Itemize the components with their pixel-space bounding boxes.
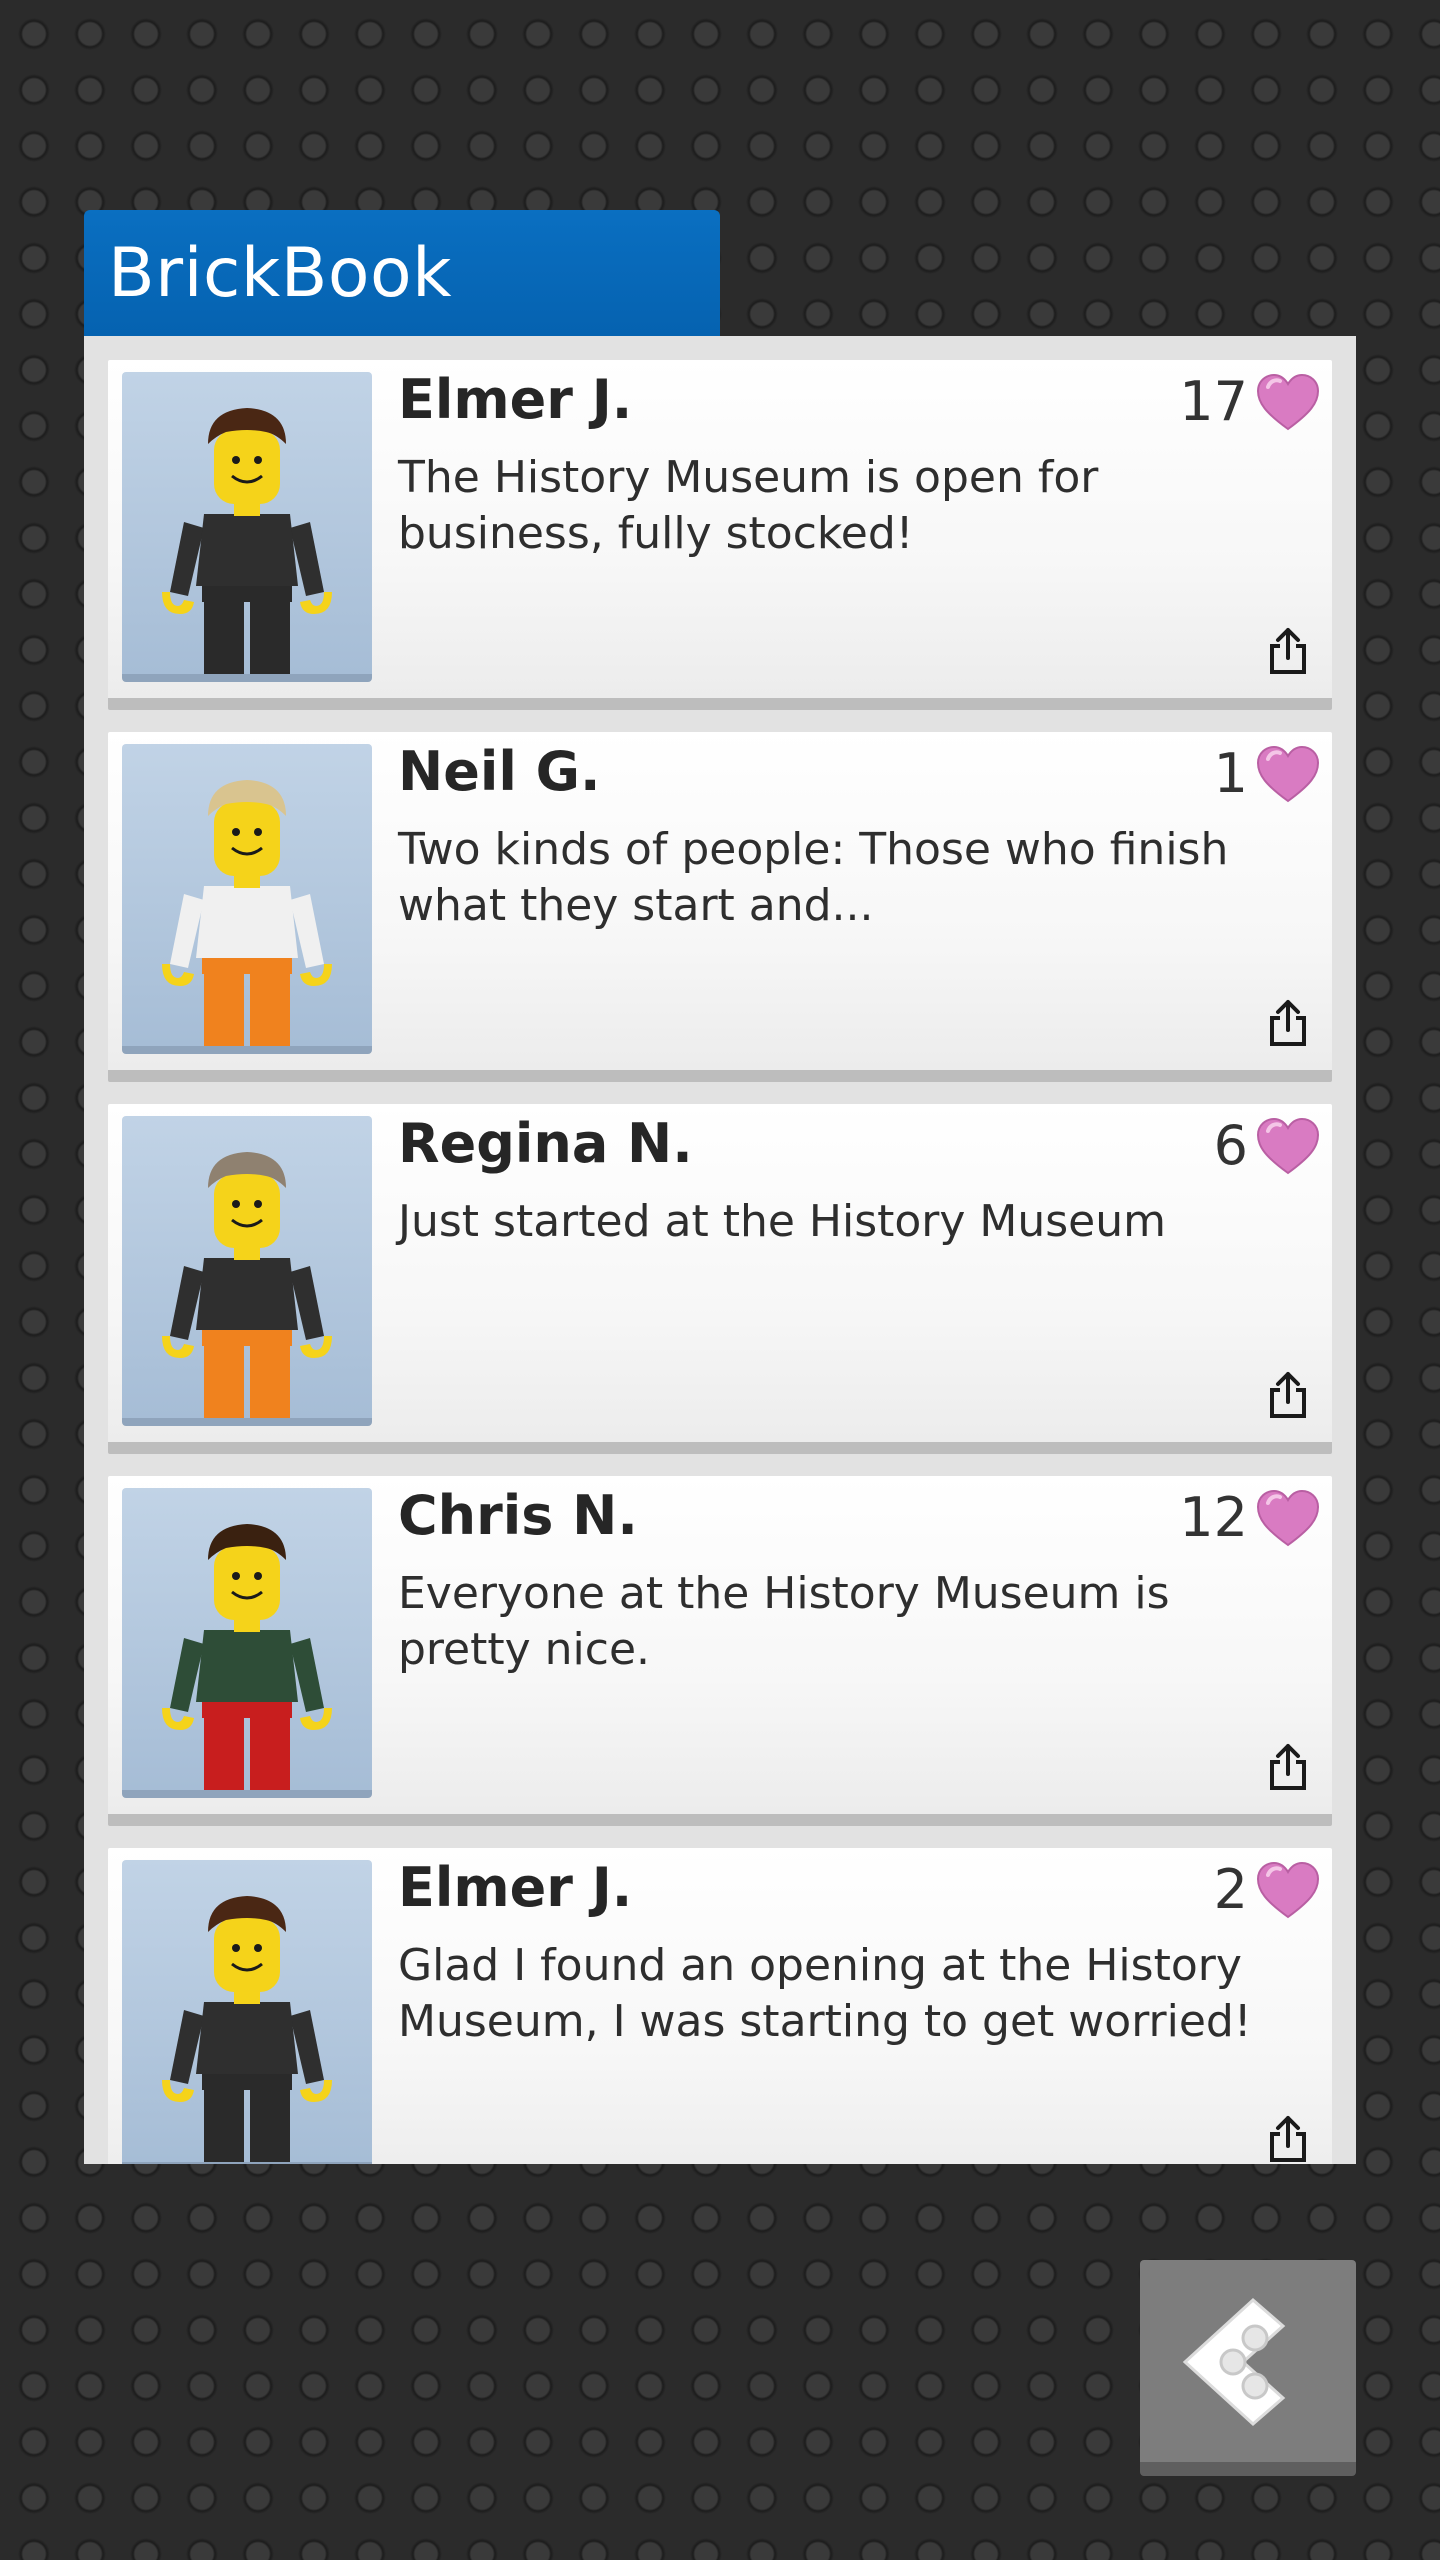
post-author: Elmer J. [398, 1856, 633, 1919]
post-message: Two kinds of people: Those who finish wh… [398, 824, 1229, 931]
like-counter[interactable]: 17 [1179, 370, 1320, 433]
heart-icon[interactable] [1256, 745, 1320, 803]
share-icon[interactable] [1266, 1742, 1310, 1792]
minifigure-icon [162, 1896, 332, 2162]
post-card[interactable]: Elmer J. 2 Glad I found an opening at th… [108, 1848, 1332, 2164]
like-counter[interactable]: 2 [1214, 1858, 1320, 1921]
avatar[interactable] [122, 1116, 372, 1426]
minifigure-icon [162, 1524, 332, 1790]
like-count: 12 [1179, 1486, 1248, 1549]
like-counter[interactable]: 6 [1214, 1114, 1320, 1177]
post-card[interactable]: Elmer J. 17 The History Museum is open f… [108, 360, 1332, 710]
post-message: Just started at the History Museum [398, 1196, 1167, 1247]
heart-icon[interactable] [1256, 373, 1320, 431]
heart-icon[interactable] [1256, 1861, 1320, 1919]
app-title: BrickBook [108, 233, 453, 313]
minifigure-icon [162, 408, 332, 674]
share-icon[interactable] [1266, 626, 1310, 676]
like-counter[interactable]: 12 [1179, 1486, 1320, 1549]
post-message: Glad I found an opening at the History M… [398, 1940, 1252, 2047]
back-brick-icon [1182, 2297, 1286, 2427]
post-card[interactable]: Neil G. 1 Two kinds of people: Those who… [108, 732, 1332, 1082]
share-icon[interactable] [1266, 1370, 1310, 1420]
post-author: Neil G. [398, 740, 601, 803]
like-counter[interactable]: 1 [1214, 742, 1320, 805]
avatar[interactable] [122, 372, 372, 682]
avatar[interactable] [122, 744, 372, 1054]
like-count: 1 [1213, 742, 1248, 805]
minifigure-icon [162, 780, 332, 1046]
minifigure-icon [162, 1152, 332, 1418]
post-card[interactable]: Regina N. 6 Just started at the History … [108, 1104, 1332, 1454]
post-author: Chris N. [398, 1484, 638, 1547]
post-author: Elmer J. [398, 368, 633, 431]
like-count: 6 [1213, 1114, 1248, 1177]
avatar[interactable] [122, 1860, 372, 2164]
post-card[interactable]: Chris N. 12 Everyone at the History Muse… [108, 1476, 1332, 1826]
post-author: Regina N. [398, 1112, 693, 1175]
back-button[interactable] [1140, 2260, 1356, 2476]
heart-icon[interactable] [1256, 1117, 1320, 1175]
avatar[interactable] [122, 1488, 372, 1798]
post-message: Everyone at the History Museum is pretty… [398, 1568, 1170, 1675]
share-icon[interactable] [1266, 2114, 1310, 2164]
share-icon[interactable] [1266, 998, 1310, 1048]
post-message: The History Museum is open for business,… [398, 452, 1099, 559]
like-count: 17 [1179, 370, 1248, 433]
heart-icon[interactable] [1256, 1489, 1320, 1547]
app-title-tab: BrickBook [84, 210, 720, 336]
like-count: 2 [1213, 1858, 1248, 1921]
feed-list[interactable]: Elmer J. 17 The History Museum is open f… [84, 336, 1356, 2164]
